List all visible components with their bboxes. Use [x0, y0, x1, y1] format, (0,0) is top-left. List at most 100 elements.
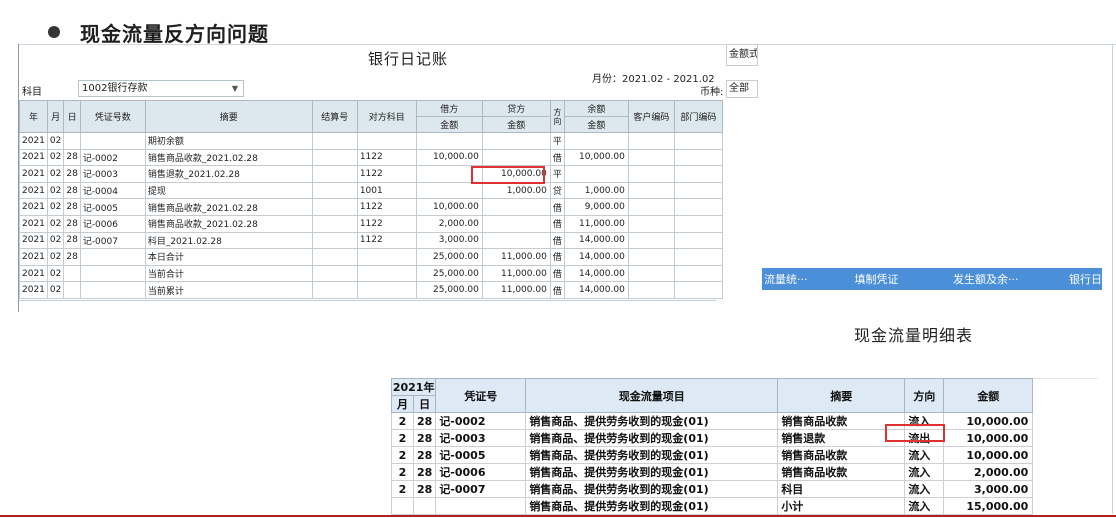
cell-voucher — [79, 264, 146, 283]
cell-voucher — [79, 248, 146, 266]
table-row[interactable]: 2021 02 当前累计 25,000.00 11,000.00 借 14,000.00 — [19, 281, 723, 299]
cell-year: 2021 — [19, 281, 48, 299]
cell-credit: 1,000.00 — [481, 181, 551, 200]
cell-customer-code — [627, 214, 675, 233]
table-row[interactable]: 2 28 记-0006 销售商品、提供劳务收到的现金(01) 销售商品收款 流入 2,000… — [391, 463, 1034, 481]
amount-style-select[interactable]: 金额式 — [726, 44, 758, 66]
header-summary: 摘要 — [777, 378, 906, 413]
cell-voucher: 记-0005 — [435, 446, 527, 464]
table-row[interactable]: 销售商品、提供劳务收到的现金(01) 小计 流入 15,000.00 — [391, 497, 1034, 515]
cell-credit: 11,000.00 — [481, 281, 551, 299]
currency-select[interactable]: 全部 — [726, 80, 758, 98]
cell-counter-account: 1122 — [356, 148, 417, 167]
divider — [18, 44, 1116, 45]
cell-voucher — [79, 132, 146, 150]
cell-settlement — [311, 281, 358, 299]
chevron-down-icon[interactable]: ▼ — [232, 81, 238, 96]
cell-day — [63, 264, 81, 283]
cell-summary: 小计 — [777, 497, 906, 515]
table-row[interactable]: 2021 02 28 本日合计 25,000.00 11,000.00 借 14,000.00 — [19, 248, 723, 266]
cell-summary: 销售商品收款 — [777, 463, 906, 481]
table-row[interactable]: 2021 02 期初余额 平 — [19, 132, 723, 150]
cell-credit — [481, 148, 551, 167]
table-row[interactable]: 2021 02 28 记-0004 提现 1001 1,000.00 贷 1,000.00 — [19, 181, 723, 200]
table-row[interactable]: 2021 02 28 记-0002 销售商品收款_2021.02.28 1122 10,00… — [19, 148, 723, 167]
cell-day: 28 — [412, 463, 437, 481]
divider — [1112, 44, 1113, 514]
bank-journal-table: 年 月 日 凭证号数 摘要 结算号 对方科目 借方 贷方 方向 余额 客户编码 … — [19, 100, 723, 299]
cell-dept-code — [673, 132, 723, 150]
subject-select[interactable]: 1002银行存款 ▼ — [78, 80, 244, 97]
cell-month: 2 — [391, 446, 414, 464]
cell-direction: 贷 — [549, 181, 565, 200]
cell-direction: 平 — [549, 132, 565, 150]
toolbar-item-balance[interactable]: 发生额及余··· — [953, 271, 1069, 287]
table-row[interactable]: 2021 02 28 记-0007 科目_2021.02.28 1122 3,000.00 借… — [19, 231, 723, 250]
cell-credit: 11,000.00 — [481, 264, 551, 283]
cell-debit: 10,000.00 — [415, 148, 483, 167]
table-row[interactable]: 2 28 记-0005 销售商品、提供劳务收到的现金(01) 销售商品收款 流入 10,00… — [391, 446, 1034, 464]
highlight-box — [471, 166, 545, 184]
cell-month: 02 — [46, 198, 65, 216]
cell-day: 28 — [63, 231, 81, 250]
cell-dept-code — [673, 231, 723, 250]
cell-settlement — [311, 132, 358, 150]
cell-direction: 借 — [549, 264, 565, 283]
cell-balance: 1,000.00 — [563, 181, 629, 200]
cell-customer-code — [627, 248, 675, 266]
subject-select-value: 1002银行存款 — [82, 83, 148, 94]
header-balance-amount: 金额 — [563, 116, 629, 133]
cell-direction: 借 — [549, 198, 565, 216]
cell-dept-code — [673, 264, 723, 283]
header-month: 月 — [391, 395, 414, 413]
toolbar-item-flow-stats[interactable]: 流量统··· — [764, 271, 854, 287]
header-direction: 方向 — [549, 100, 565, 133]
cell-counter-account: 1122 — [356, 231, 417, 250]
slide-title-text: 现金流量反方向问题 — [80, 21, 269, 46]
cell-credit — [481, 132, 551, 150]
table-row[interactable]: 2021 02 28 记-0005 销售商品收款_2021.02.28 1122 10,00… — [19, 198, 723, 216]
cell-year: 2021 — [19, 214, 48, 233]
cell-day: 28 — [412, 446, 437, 464]
header-amount: 金额 — [943, 378, 1034, 413]
cell-voucher: 记-0007 — [435, 480, 527, 498]
cell-counter-account — [356, 132, 417, 150]
bank-journal-title: 银行日记账 — [368, 50, 449, 68]
cell-flow-item: 销售商品、提供劳务收到的现金(01) — [525, 497, 779, 515]
cash-flow-title: 现金流量明细表 — [854, 326, 974, 345]
header-balance: 余额 — [563, 100, 629, 117]
cell-month: 02 — [46, 148, 65, 167]
cell-summary: 本日合计 — [144, 248, 313, 266]
cell-flow-item: 销售商品、提供劳务收到的现金(01) — [525, 429, 779, 447]
cell-balance — [563, 165, 629, 183]
cell-credit: 11,000.00 — [481, 248, 551, 266]
cell-direction: 借 — [549, 148, 565, 167]
cell-settlement — [311, 264, 358, 283]
cell-month: 02 — [46, 165, 65, 183]
cell-amount: 3,000.00 — [943, 480, 1034, 498]
cell-voucher: 记-0004 — [79, 181, 146, 200]
cell-voucher: 记-0003 — [435, 429, 527, 447]
header-credit-amount: 金额 — [481, 116, 551, 133]
cell-day — [412, 497, 437, 515]
cell-customer-code — [627, 132, 675, 150]
toolbar-item-bank[interactable]: 银行日 — [1069, 271, 1102, 287]
slide-title: 现金流量反方向问题 — [48, 18, 269, 46]
cell-flow-item: 销售商品、提供劳务收到的现金(01) — [525, 412, 779, 430]
cell-balance: 9,000.00 — [563, 198, 629, 216]
cash-flow-table: 2021年 凭证号 现金流量项目 摘要 方向 金额 月 日 2 28 记-0002 销… — [390, 378, 1034, 515]
cell-direction: 平 — [549, 165, 565, 183]
header-voucher: 凭证号 — [435, 378, 527, 413]
cell-year: 2021 — [19, 264, 48, 283]
table-row[interactable]: 2021 02 28 记-0003 销售退款_2021.02.28 1122 10,000.… — [19, 165, 723, 183]
table-row[interactable]: 2 28 记-0007 销售商品、提供劳务收到的现金(01) 科目 流入 3,000.00 — [391, 480, 1034, 498]
highlight-box — [885, 424, 945, 442]
cell-month: 02 — [46, 181, 65, 200]
toolbar-item-create-voucher[interactable]: 填制凭证 — [854, 271, 944, 287]
cell-customer-code — [627, 148, 675, 167]
slide: 现金流量反方向问题 银行日记账 金额式 月份：2021.02 - 2021.02… — [0, 0, 1116, 518]
table-row[interactable]: 2021 02 当前合计 25,000.00 11,000.00 借 14,000.00 — [19, 264, 723, 283]
cell-day: 28 — [63, 181, 81, 200]
cell-customer-code — [627, 198, 675, 216]
table-row[interactable]: 2021 02 28 记-0006 销售商品收款_2021.02.28 1122 2,000… — [19, 214, 723, 233]
